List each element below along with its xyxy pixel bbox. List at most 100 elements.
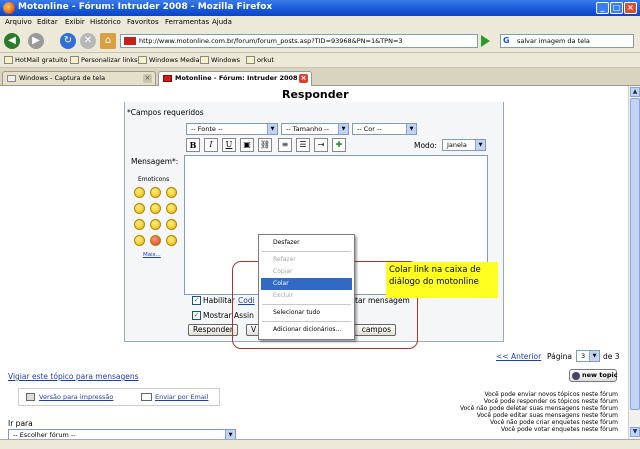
tab-close-icon[interactable]: × — [299, 74, 308, 83]
bookmark-orkut[interactable]: orkut — [246, 55, 274, 65]
show-signature-checkbox[interactable]: ✓ — [192, 311, 201, 320]
page-select[interactable]: 3 ▼ — [576, 350, 600, 362]
bookmark-label: Windows Media — [149, 56, 200, 64]
tab-label: Motonline - Fórum: Intruder 2008 — [175, 74, 298, 82]
bookmark-personalizar[interactable]: Personalizar links — [70, 55, 137, 65]
smiley-icon[interactable] — [166, 187, 177, 198]
home-icon[interactable]: ⌂ — [100, 33, 116, 49]
reply-button[interactable]: Responder — [188, 324, 238, 336]
back-icon[interactable]: ◀ — [4, 33, 20, 49]
menu-item-paste[interactable]: Colar — [261, 278, 352, 290]
bookmark-icon — [200, 56, 209, 64]
menu-ajuda[interactable]: Ajuda — [212, 18, 232, 26]
smiley-icon[interactable] — [134, 235, 145, 246]
previous-page-link[interactable]: << Anterior — [496, 352, 541, 361]
enable-checkbox[interactable]: ✓ — [192, 296, 201, 305]
stop-icon[interactable]: ✕ — [80, 33, 96, 49]
minimize-button[interactable]: _ — [596, 2, 609, 14]
forward-icon[interactable]: ▶ — [28, 33, 44, 49]
underline-button[interactable]: U — [222, 138, 236, 152]
indent-icon[interactable]: ⇥ — [314, 138, 328, 152]
scroll-up-icon[interactable]: ▲ — [630, 87, 640, 97]
send-email-link[interactable]: Enviar por Email — [155, 393, 208, 401]
menu-editar[interactable]: Editar — [37, 18, 58, 26]
title-bar: Motonline - Fórum: Intruder 2008 - Mozil… — [0, 0, 640, 16]
menu-exibir[interactable]: Exibir — [65, 18, 85, 26]
tab-label: Windows - Captura de tela — [19, 74, 106, 82]
smiley-icon[interactable] — [134, 219, 145, 230]
align-icon[interactable]: ≡ — [278, 138, 292, 152]
url-input[interactable]: http://www.motonline.com.br/forum/forum_… — [120, 34, 478, 48]
scroll-down-icon[interactable]: ▼ — [630, 427, 640, 437]
bookmark-label: orkut — [257, 56, 274, 64]
menu-ferramentas[interactable]: Ferramentas — [165, 18, 209, 26]
menu-arquivo[interactable]: Arquivo — [5, 18, 32, 26]
print-version-link[interactable]: Versão para impressão — [39, 393, 113, 401]
chevron-down-icon: ▼ — [589, 351, 599, 361]
smiley-icon[interactable] — [150, 235, 161, 246]
bookmark-hotmail[interactable]: HotMail gratuito — [4, 55, 67, 65]
menu-historico[interactable]: Histórico — [90, 18, 121, 26]
smiley-icon[interactable] — [134, 203, 145, 214]
bold-button[interactable]: B — [186, 138, 200, 152]
mode-select-value: Janela — [447, 141, 467, 149]
bookmark-label: Windows — [211, 56, 241, 64]
search-input[interactable]: G salvar imagem da tela — [500, 34, 634, 48]
menu-item-undo[interactable]: Desfazer — [261, 237, 352, 249]
smiley-icon[interactable] — [150, 219, 161, 230]
color-select[interactable]: -- Cor -- ▼ — [352, 123, 417, 135]
smiley-icon[interactable] — [166, 235, 177, 246]
menu-separator — [262, 304, 351, 305]
tab-motonline[interactable]: Motonline - Fórum: Intruder 2008 × — [158, 71, 312, 86]
watch-topic-link[interactable]: Vigiar este tópico para mensagens — [8, 372, 139, 381]
menu-separator — [262, 251, 351, 252]
menu-item-select-all[interactable]: Selecionar tudo — [261, 307, 352, 319]
smiley-icon[interactable] — [150, 187, 161, 198]
bookmark-label: Personalizar links — [81, 56, 138, 64]
search-text: salvar imagem da tela — [517, 37, 590, 45]
smiley-icon[interactable] — [150, 203, 161, 214]
smiley-icon[interactable] — [166, 203, 177, 214]
tab-close-icon[interactable]: × — [143, 74, 152, 83]
page-icon — [7, 75, 16, 82]
new-topic-button[interactable]: new topic — [569, 369, 618, 382]
print-email-box: Versão para impressão Enviar por Email — [18, 388, 220, 406]
mode-label: Modo: — [414, 141, 437, 150]
smiley-icon[interactable] — [166, 219, 177, 230]
more-emoticons-link[interactable]: Mais... — [143, 252, 161, 258]
page-content: Responder *Campos requeridos -- Fonte --… — [0, 86, 628, 439]
size-select[interactable]: -- Tamanho -- ▼ — [281, 123, 349, 135]
font-select[interactable]: -- Fonte -- ▼ — [186, 123, 278, 135]
new-topic-icon — [572, 372, 580, 380]
smiley-icon[interactable] — [134, 187, 145, 198]
bookmark-icon — [70, 56, 79, 64]
close-button[interactable]: × — [624, 2, 637, 14]
menu-favoritos[interactable]: Favoritos — [127, 18, 159, 26]
image-icon[interactable]: ▣ — [240, 138, 254, 152]
window-title: Motonline - Fórum: Intruder 2008 - Mozil… — [18, 2, 273, 12]
italic-button[interactable]: I — [204, 138, 218, 152]
reload-icon[interactable]: ↻ — [60, 33, 76, 49]
maximize-button[interactable]: □ — [610, 2, 623, 14]
page-total: de 3 — [603, 352, 620, 361]
list-icon[interactable]: ☰ — [296, 138, 310, 152]
menu-bar: Arquivo Editar Exibir Histórico Favorito… — [0, 16, 640, 29]
tab-windows-captura[interactable]: Windows - Captura de tela × — [2, 71, 156, 85]
menu-item-copy: Copiar — [273, 268, 293, 275]
go-icon[interactable] — [481, 35, 490, 47]
jump-forum-select[interactable]: -- Escolher fórum -- ▼ — [8, 429, 236, 439]
url-text: http://www.motonline.com.br/forum/forum_… — [139, 37, 403, 45]
navigation-toolbar: ◀ ▶ ↻ ✕ ⌂ http://www.motonline.com.br/fo… — [0, 29, 640, 53]
insert-icon[interactable]: ✚ — [332, 138, 346, 152]
message-label: Mensagem*: — [131, 157, 179, 166]
mode-select[interactable]: Janela ▼ — [442, 139, 486, 151]
color-select-value: -- Cor -- — [357, 125, 382, 133]
scroll-thumb[interactable] — [630, 98, 640, 410]
link-icon[interactable]: ⛓ — [258, 138, 272, 152]
bookmark-windows-media[interactable]: Windows Media — [138, 55, 200, 65]
chevron-down-icon: ▼ — [338, 124, 348, 134]
menu-item-delete: Excluir — [273, 292, 294, 299]
menu-item-add-dictionary[interactable]: Adicionar dicionários... — [261, 324, 352, 336]
vertical-scrollbar[interactable]: ▲ ▼ — [628, 86, 640, 439]
bookmark-windows[interactable]: Windows — [200, 55, 240, 65]
